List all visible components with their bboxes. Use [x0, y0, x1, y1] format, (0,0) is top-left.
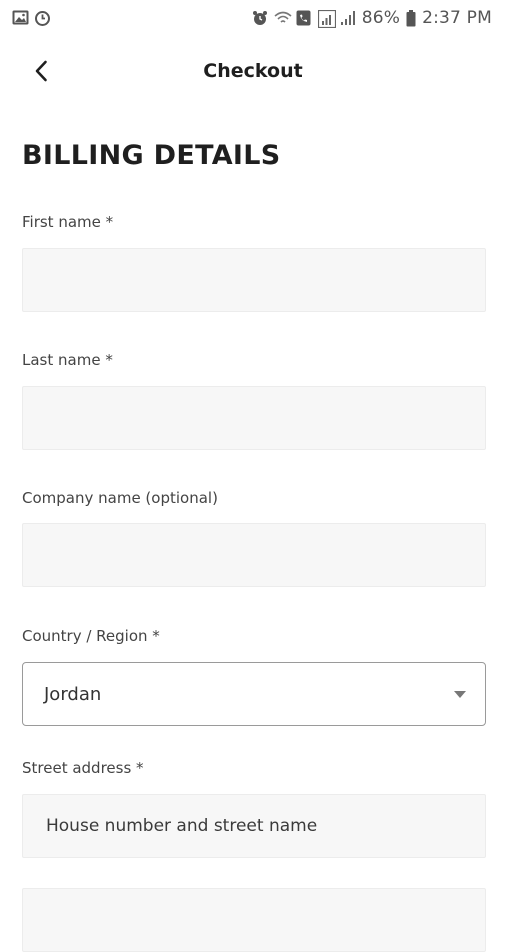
- address-line-2-field[interactable]: [22, 888, 486, 952]
- wifi-icon: [274, 10, 292, 26]
- page-title: Checkout: [203, 60, 303, 82]
- alarm-icon: [252, 10, 268, 26]
- battery-percent: 86%: [361, 8, 401, 28]
- section-title: BILLING DETAILS: [22, 140, 281, 171]
- battery-icon: [406, 10, 416, 27]
- street-address-input[interactable]: [44, 815, 464, 837]
- company-name-label: Company name (optional): [22, 489, 218, 507]
- status-right: 86% 2:37 PM: [252, 8, 492, 29]
- last-name-label: Last name *: [22, 351, 113, 369]
- street-address-field[interactable]: [22, 794, 486, 858]
- street-address-label: Street address *: [22, 759, 144, 777]
- wifi-calling-icon: [296, 10, 312, 26]
- status-left: [12, 10, 50, 26]
- clock: 2:37 PM: [422, 8, 492, 28]
- country-selected-value: Jordan: [44, 683, 102, 705]
- last-name-field[interactable]: [22, 386, 486, 450]
- company-name-input[interactable]: [44, 544, 464, 566]
- first-name-label: First name *: [22, 213, 114, 231]
- first-name-field[interactable]: [22, 248, 486, 312]
- country-label: Country / Region *: [22, 627, 160, 645]
- first-name-input[interactable]: [44, 269, 464, 291]
- status-bar: 86% 2:37 PM: [0, 0, 506, 36]
- country-select[interactable]: Jordan: [22, 662, 486, 726]
- signal-bars-icon: [340, 10, 356, 26]
- gallery-icon: [12, 10, 29, 26]
- last-name-input[interactable]: [44, 407, 464, 429]
- signal-icon: [317, 9, 336, 29]
- sync-icon: [34, 10, 50, 26]
- caret-down-icon: [454, 690, 466, 698]
- app-header: Checkout: [0, 46, 506, 98]
- company-name-field[interactable]: [22, 523, 486, 587]
